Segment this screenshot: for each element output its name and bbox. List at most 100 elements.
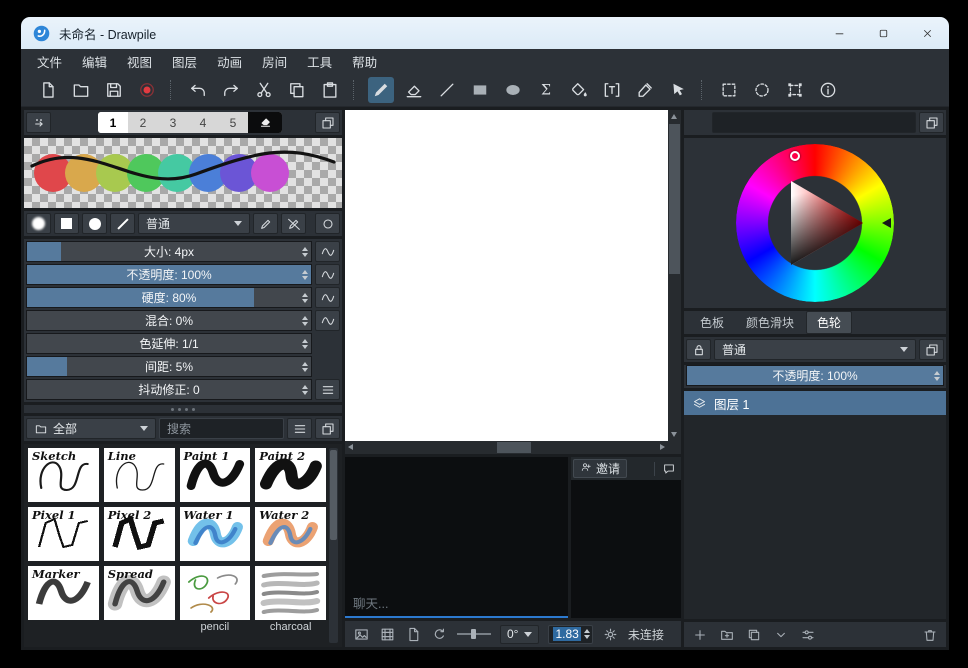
rectangle-icon[interactable] xyxy=(467,77,493,103)
color-dock-tab[interactable]: 色轮 xyxy=(806,311,852,334)
brush-preset[interactable]: Paint 1 xyxy=(180,448,251,502)
preset-scrollbar[interactable] xyxy=(329,448,338,643)
brush-preset[interactable]: Water 1 xyxy=(180,507,251,561)
ellipse-icon[interactable] xyxy=(500,77,526,103)
slider-spinner[interactable] xyxy=(302,357,308,376)
scrollbar-thumb[interactable] xyxy=(669,124,680,274)
brush-preset[interactable]: Paint 2 xyxy=(255,448,326,502)
eraser-slot-tab[interactable] xyxy=(248,112,282,133)
menu-item[interactable]: 动画 xyxy=(207,49,252,73)
brush-preset[interactable]: Line xyxy=(104,448,175,502)
brush-preset[interactable]: Pixel 2 xyxy=(104,507,175,561)
reset-rotation-button[interactable] xyxy=(431,626,448,643)
menu-item[interactable]: 帮助 xyxy=(342,49,387,73)
canvas-background-button[interactable] xyxy=(353,626,370,643)
draw-mode-button[interactable] xyxy=(253,213,278,234)
brush-slot-tab[interactable]: 3 xyxy=(158,112,188,133)
erase-mode-button[interactable] xyxy=(281,213,306,234)
add-group-button[interactable] xyxy=(719,627,735,643)
select-rectangle-icon[interactable] xyxy=(716,77,742,103)
brush-preset[interactable]: Spread xyxy=(104,566,175,635)
brush-slot-tab[interactable]: 5 xyxy=(218,112,248,133)
brush-preset[interactable]: charcoal xyxy=(255,566,326,635)
input-curve-button[interactable] xyxy=(315,287,340,308)
close-button[interactable] xyxy=(905,17,949,49)
float-dock-button[interactable] xyxy=(315,112,340,133)
title-bar[interactable]: 未命名 - Drawpile xyxy=(21,17,949,49)
float-dock-button[interactable] xyxy=(919,339,944,360)
brush-tip-blob-button[interactable] xyxy=(26,213,51,234)
toggle-chat-button[interactable] xyxy=(658,459,679,478)
brush-setting-slider[interactable]: 不透明度: 100% xyxy=(26,264,312,285)
frames-button[interactable] xyxy=(379,626,396,643)
zoom-input[interactable]: 1.83 xyxy=(548,625,592,644)
brush-tip-line-button[interactable] xyxy=(110,213,135,234)
inspector-icon[interactable] xyxy=(815,77,841,103)
brush-preset[interactable]: Pixel 1 xyxy=(28,507,99,561)
transform-icon[interactable] xyxy=(782,77,808,103)
slider-spinner[interactable] xyxy=(302,265,308,284)
slider-spinner[interactable] xyxy=(934,366,940,385)
layer-lock-button[interactable] xyxy=(686,339,711,360)
brush-setting-slider[interactable]: 色延伸: 1/1 xyxy=(26,333,312,354)
duplicate-layer-button[interactable] xyxy=(746,627,762,643)
scroll-up-icon[interactable] xyxy=(671,114,677,119)
float-dock-button[interactable] xyxy=(315,418,340,439)
brush-preset[interactable]: Marker xyxy=(28,566,99,635)
paste-icon[interactable] xyxy=(317,77,343,103)
menu-item[interactable]: 视图 xyxy=(117,49,162,73)
menu-item[interactable]: 文件 xyxy=(27,49,72,73)
brush-tip-round-button[interactable] xyxy=(82,213,107,234)
dock-handle-button[interactable] xyxy=(26,112,51,133)
annotation-icon[interactable] xyxy=(599,77,625,103)
color-dock-tab[interactable]: 色板 xyxy=(690,312,734,333)
layer-blend-mode-select[interactable]: 普通 xyxy=(714,339,916,360)
input-curve-button[interactable] xyxy=(315,264,340,285)
input-curve-button[interactable] xyxy=(315,241,340,262)
brush-setting-slider[interactable]: 混合: 0% xyxy=(26,310,312,331)
layer-row[interactable]: 图层 1 xyxy=(684,391,946,415)
color-picker-icon[interactable] xyxy=(632,77,658,103)
maximize-button[interactable] xyxy=(861,17,905,49)
slider-spinner[interactable] xyxy=(302,242,308,261)
float-dock-button[interactable] xyxy=(919,112,944,133)
flipbook-button[interactable] xyxy=(405,626,422,643)
menu-item[interactable]: 编辑 xyxy=(72,49,117,73)
jitter-menu-button[interactable] xyxy=(315,379,340,400)
brush-preset[interactable]: Water 2 xyxy=(255,507,326,561)
undo-icon[interactable] xyxy=(185,77,211,103)
delete-layer-button[interactable] xyxy=(922,627,938,643)
palette-select[interactable] xyxy=(712,112,916,133)
slider-knob[interactable] xyxy=(471,629,476,639)
cut-icon[interactable] xyxy=(251,77,277,103)
brush-setting-slider[interactable]: 硬度: 80% xyxy=(26,287,312,308)
save-icon[interactable] xyxy=(101,77,127,103)
record-icon[interactable] xyxy=(134,77,160,103)
layer-properties-button[interactable] xyxy=(800,627,816,643)
preserve-alpha-button[interactable] xyxy=(315,213,340,234)
slider-spinner[interactable] xyxy=(302,380,308,399)
fill-icon[interactable] xyxy=(566,77,592,103)
color-wheel[interactable] xyxy=(684,138,946,308)
add-layer-button[interactable] xyxy=(692,627,708,643)
brush-slot-tab[interactable]: 4 xyxy=(188,112,218,133)
rotation-select[interactable]: 0° xyxy=(500,625,539,644)
line-icon[interactable] xyxy=(434,77,460,103)
eraser-icon[interactable] xyxy=(401,77,427,103)
menu-item[interactable]: 图层 xyxy=(162,49,207,73)
canvas-vertical-scrollbar[interactable] xyxy=(668,110,681,441)
dock-splitter[interactable] xyxy=(24,405,342,413)
color-dock-tab[interactable]: 颜色滑块 xyxy=(736,312,804,333)
scroll-right-icon[interactable] xyxy=(660,444,665,450)
redo-icon[interactable] xyxy=(218,77,244,103)
invite-button[interactable]: 邀请 xyxy=(573,459,627,478)
scrollbar-thumb[interactable] xyxy=(330,450,337,540)
brush-icon[interactable] xyxy=(368,77,394,103)
chat-input[interactable] xyxy=(345,592,568,618)
slider-spinner[interactable] xyxy=(302,288,308,307)
preset-search-input[interactable] xyxy=(159,418,284,439)
brush-preset[interactable]: pencil xyxy=(180,566,251,635)
canvas[interactable] xyxy=(345,110,668,441)
open-file-icon[interactable] xyxy=(68,77,94,103)
menu-item[interactable]: 房间 xyxy=(252,49,297,73)
